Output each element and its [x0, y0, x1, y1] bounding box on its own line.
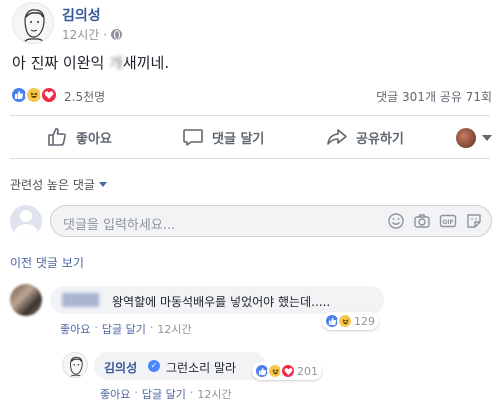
- comment-item: ████ 왕역할에 마동석배우를 넣었어야 했는데..... 129 좋아요 ·…: [10, 280, 492, 340]
- comment-actions: 좋아요 · 답글 달기 · 12시간: [60, 321, 192, 337]
- like-button[interactable]: 좋아요: [46, 126, 112, 148]
- reply-author-name[interactable]: 김의성: [104, 359, 137, 376]
- haha-icon: [337, 313, 353, 329]
- gif-icon[interactable]: GIF: [439, 212, 457, 230]
- user-avatar-placeholder: [10, 205, 42, 237]
- reply-bubble: 김의성 ✓ 그런소리 말라: [94, 352, 266, 380]
- reply-reactions[interactable]: 201: [252, 362, 322, 380]
- love-icon: [280, 363, 296, 379]
- share-arrow-icon: [327, 129, 347, 145]
- comment-bubble-icon: [183, 129, 203, 146]
- sticker-icon[interactable]: [465, 212, 483, 230]
- post-text: 아 진짜 이완익 개새끼네.: [12, 54, 170, 72]
- divider: [10, 158, 490, 159]
- post-action-bar: 좋아요 댓글 달기 공유하기: [10, 120, 492, 154]
- love-icon: [40, 86, 58, 104]
- comments-shares-count[interactable]: 댓글 301개 공유 71회: [376, 88, 492, 105]
- divider: [10, 115, 490, 116]
- comment-bubble: ████ 왕역할에 마동석배우를 넣었어야 했는데.....: [50, 286, 384, 314]
- reply-reply-link[interactable]: 답글 달기: [142, 386, 186, 402]
- reply-item: 김의성 ✓ 그런소리 말라 201 좋아요 · 답글 달기 · 12시간: [62, 348, 492, 402]
- comment-reactions[interactable]: 129: [322, 312, 379, 330]
- reaction-icons[interactable]: [10, 86, 58, 104]
- comment-like-link[interactable]: 좋아요: [60, 321, 90, 337]
- share-as-selector[interactable]: [456, 128, 492, 148]
- commenter-avatar[interactable]: [10, 284, 42, 316]
- user-avatar: [456, 128, 476, 148]
- globe-icon: [111, 29, 123, 40]
- camera-icon[interactable]: [413, 212, 431, 230]
- post-time[interactable]: 12시간: [62, 26, 99, 43]
- reply-text: 그런소리 말라: [166, 361, 237, 375]
- author-sketch-icon: [69, 356, 83, 377]
- chevron-down-icon: [482, 135, 492, 141]
- reply-reaction-count: 201: [297, 364, 318, 378]
- composer-icons: GIF: [387, 212, 483, 230]
- view-previous-comments-link[interactable]: 이전 댓글 보기: [10, 254, 84, 271]
- thumbs-up-icon: [48, 128, 66, 146]
- post-meta: 12시간 ·: [62, 26, 123, 43]
- comment-input[interactable]: 댓글을 입력하세요... GIF: [50, 205, 492, 237]
- comment-reply-link[interactable]: 답글 달기: [102, 321, 146, 337]
- reply-time[interactable]: 12시간: [197, 386, 231, 402]
- reply-author-avatar[interactable]: [62, 352, 88, 378]
- comment-button[interactable]: 댓글 달기: [182, 126, 264, 148]
- share-button[interactable]: 공유하기: [326, 126, 404, 148]
- chevron-down-icon: [98, 182, 107, 187]
- emoji-icon[interactable]: [387, 212, 405, 230]
- comment-reaction-count: 129: [354, 314, 375, 328]
- author-sketch-icon: [23, 9, 45, 43]
- comment-composer: 댓글을 입력하세요... GIF: [10, 203, 492, 239]
- reply-like-link[interactable]: 좋아요: [100, 386, 130, 402]
- comment-time[interactable]: 12시간: [157, 321, 191, 337]
- reply-actions: 좋아요 · 답글 달기 · 12시간: [100, 386, 232, 402]
- author-name[interactable]: 김의성: [62, 5, 101, 25]
- author-avatar[interactable]: [12, 2, 54, 44]
- svg-text:GIF: GIF: [442, 219, 453, 226]
- reaction-count[interactable]: 2.5천명: [64, 88, 105, 105]
- comment-text: 왕역할에 마동석배우를 넣었어야 했는데.....: [112, 295, 331, 309]
- commenter-name[interactable]: ████: [62, 293, 99, 307]
- post-header: 김의성 12시간 ·: [12, 2, 412, 44]
- reactions-summary: 2.5천명 댓글 301개 공유 71회: [10, 86, 492, 106]
- censored-text: 개: [109, 54, 123, 72]
- verified-badge-icon: ✓: [148, 360, 160, 372]
- comment-sort-dropdown[interactable]: 관련성 높은 댓글: [10, 176, 107, 193]
